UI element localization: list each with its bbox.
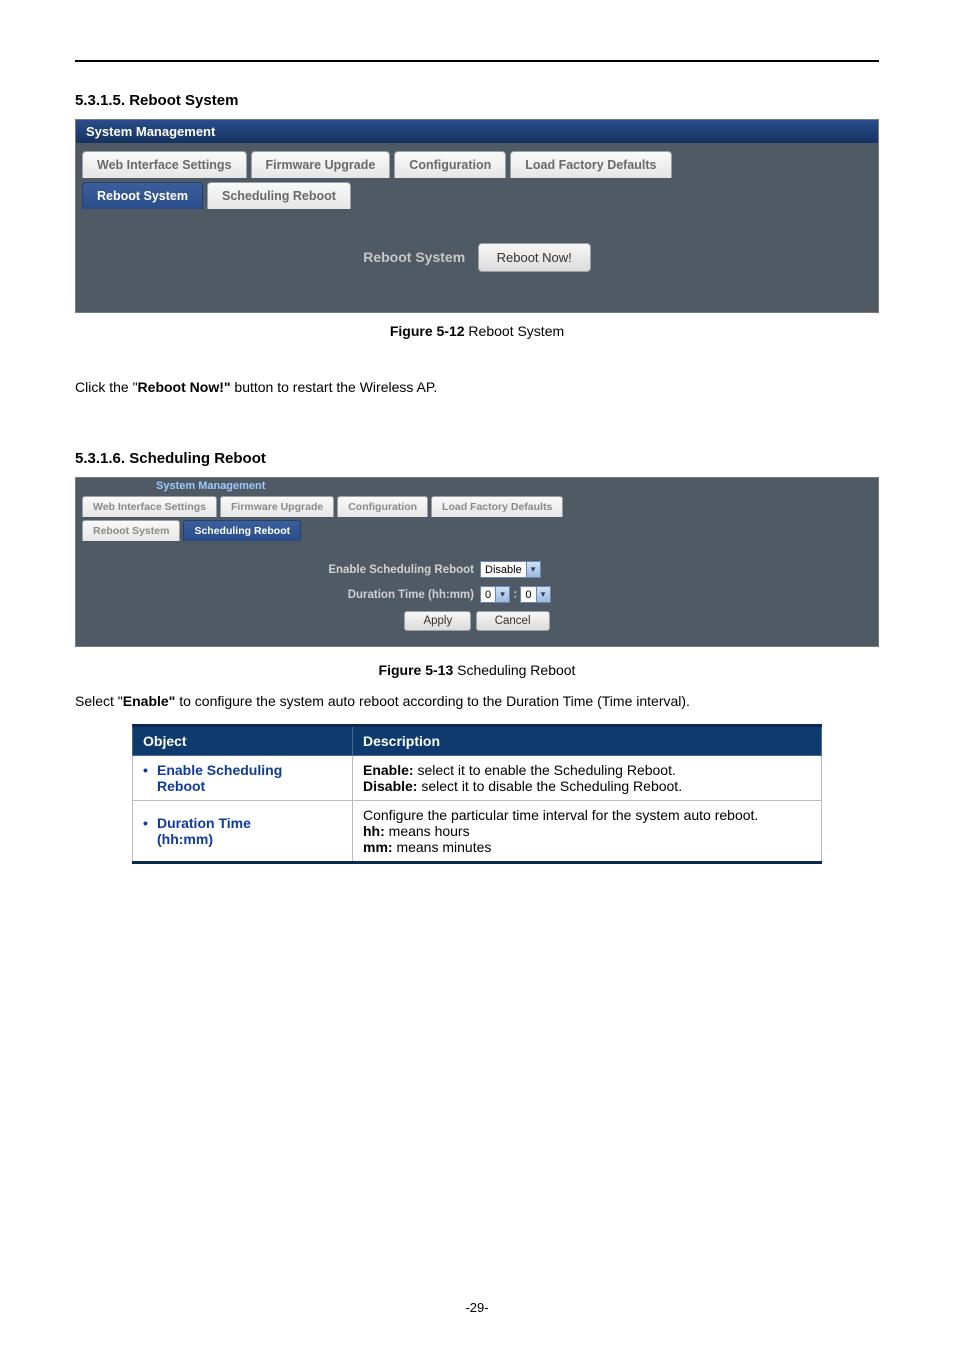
- tab-scheduling-reboot[interactable]: Scheduling Reboot: [207, 182, 351, 209]
- time-separator: :: [513, 589, 517, 601]
- tab2-load-factory-defaults[interactable]: Load Factory Defaults: [431, 496, 563, 517]
- th-description: Description: [353, 726, 822, 756]
- apply-button[interactable]: Apply: [404, 611, 471, 631]
- tab2-web-interface-settings[interactable]: Web Interface Settings: [82, 496, 217, 517]
- duration-time-label: Duration Time (hh:mm): [174, 589, 474, 601]
- description-table: Object Description •Enable Scheduling Re…: [132, 724, 822, 864]
- section-num-2: 5.3.1.6.: [75, 450, 125, 467]
- tab2-reboot-system[interactable]: Reboot System: [82, 520, 180, 541]
- duration-hh-select[interactable]: 0 ▾: [480, 586, 510, 603]
- para2-post: to configure the system auto reboot acco…: [175, 693, 690, 709]
- duration-mm-value: 0: [521, 589, 535, 601]
- reboot-system-panel: System Management Web Interface Settings…: [75, 119, 879, 313]
- para1-pre: Click the ": [75, 379, 138, 395]
- para1-bold: Reboot Now!": [138, 379, 231, 395]
- tab-load-factory-defaults[interactable]: Load Factory Defaults: [510, 151, 671, 178]
- top-rule: [75, 60, 879, 62]
- desc-text: select it to disable the Scheduling Rebo…: [417, 778, 682, 794]
- desc-text: means minutes: [393, 839, 492, 855]
- chevron-down-icon: ▾: [526, 562, 540, 577]
- tab2-firmware-upgrade[interactable]: Firmware Upgrade: [220, 496, 334, 517]
- obj-line: (hh:mm): [157, 831, 213, 847]
- para2-pre: Select ": [75, 693, 123, 709]
- page-number: -29-: [0, 1300, 954, 1315]
- duration-hh-value: 0: [481, 589, 495, 601]
- reboot-system-label: Reboot System: [363, 249, 465, 265]
- tab-configuration[interactable]: Configuration: [394, 151, 506, 178]
- figure-5-13-prefix: Figure 5-13: [379, 662, 454, 678]
- th-object: Object: [133, 726, 353, 756]
- section-heading-2: 5.3.1.6. Scheduling Reboot: [75, 450, 879, 467]
- chevron-down-icon: ▾: [495, 587, 509, 602]
- figure-5-12-caption: Figure 5-12 Reboot System: [75, 323, 879, 339]
- figure-5-12-prefix: Figure 5-12: [390, 323, 465, 339]
- desc-duration-time: Configure the particular time interval f…: [353, 801, 822, 863]
- obj-enable-scheduling-reboot: •Enable Scheduling Reboot: [133, 756, 353, 801]
- para-reboot-now: Click the "Reboot Now!" button to restar…: [75, 379, 879, 395]
- desc-bold: mm:: [363, 839, 393, 855]
- obj-duration-time: •Duration Time (hh:mm): [133, 801, 353, 863]
- reboot-now-button[interactable]: Reboot Now!: [478, 243, 591, 272]
- panel1-title: System Management: [76, 120, 878, 143]
- tab2-scheduling-reboot[interactable]: Scheduling Reboot: [183, 520, 301, 541]
- desc-text: means hours: [385, 823, 470, 839]
- panel2-title: System Management: [76, 478, 878, 496]
- figure-5-12-text: Reboot System: [465, 323, 565, 339]
- section-heading-1: 5.3.1.5. Reboot System: [75, 92, 879, 109]
- obj-line: Enable Scheduling: [157, 762, 282, 778]
- figure-5-13-caption: Figure 5-13 Scheduling Reboot: [75, 662, 879, 678]
- desc-text: Configure the particular time interval f…: [363, 807, 758, 823]
- enable-scheduling-label: Enable Scheduling Reboot: [174, 564, 474, 576]
- para-enable: Select "Enable" to configure the system …: [75, 693, 879, 709]
- duration-mm-select[interactable]: 0 ▾: [520, 586, 550, 603]
- enable-scheduling-value: Disable: [481, 564, 526, 576]
- desc-enable-scheduling-reboot: Enable: select it to enable the Scheduli…: [353, 756, 822, 801]
- tab-web-interface-settings[interactable]: Web Interface Settings: [82, 151, 247, 178]
- obj-line: Duration Time: [157, 815, 251, 831]
- tab2-configuration[interactable]: Configuration: [337, 496, 428, 517]
- desc-bold: Disable:: [363, 778, 417, 794]
- scheduling-reboot-panel: System Management Web Interface Settings…: [75, 477, 879, 647]
- chevron-down-icon: ▾: [536, 587, 550, 602]
- enable-scheduling-select[interactable]: Disable ▾: [480, 561, 541, 578]
- tab-reboot-system[interactable]: Reboot System: [82, 182, 203, 209]
- cancel-button[interactable]: Cancel: [476, 611, 550, 631]
- section-title-2: Scheduling Reboot: [129, 450, 266, 467]
- desc-bold: hh:: [363, 823, 385, 839]
- table-row: •Enable Scheduling Reboot Enable: select…: [133, 756, 822, 801]
- para2-bold: Enable": [123, 693, 176, 709]
- figure-5-13-text: Scheduling Reboot: [453, 662, 575, 678]
- para1-post: button to restart the Wireless AP.: [231, 379, 438, 395]
- desc-bold: Enable:: [363, 762, 414, 778]
- section-num-1: 5.3.1.5.: [75, 92, 125, 109]
- section-title-1: Reboot System: [129, 92, 238, 109]
- obj-line: Reboot: [157, 778, 205, 794]
- table-row: •Duration Time (hh:mm) Configure the par…: [133, 801, 822, 863]
- desc-text: select it to enable the Scheduling Reboo…: [414, 762, 676, 778]
- tab-firmware-upgrade[interactable]: Firmware Upgrade: [251, 151, 391, 178]
